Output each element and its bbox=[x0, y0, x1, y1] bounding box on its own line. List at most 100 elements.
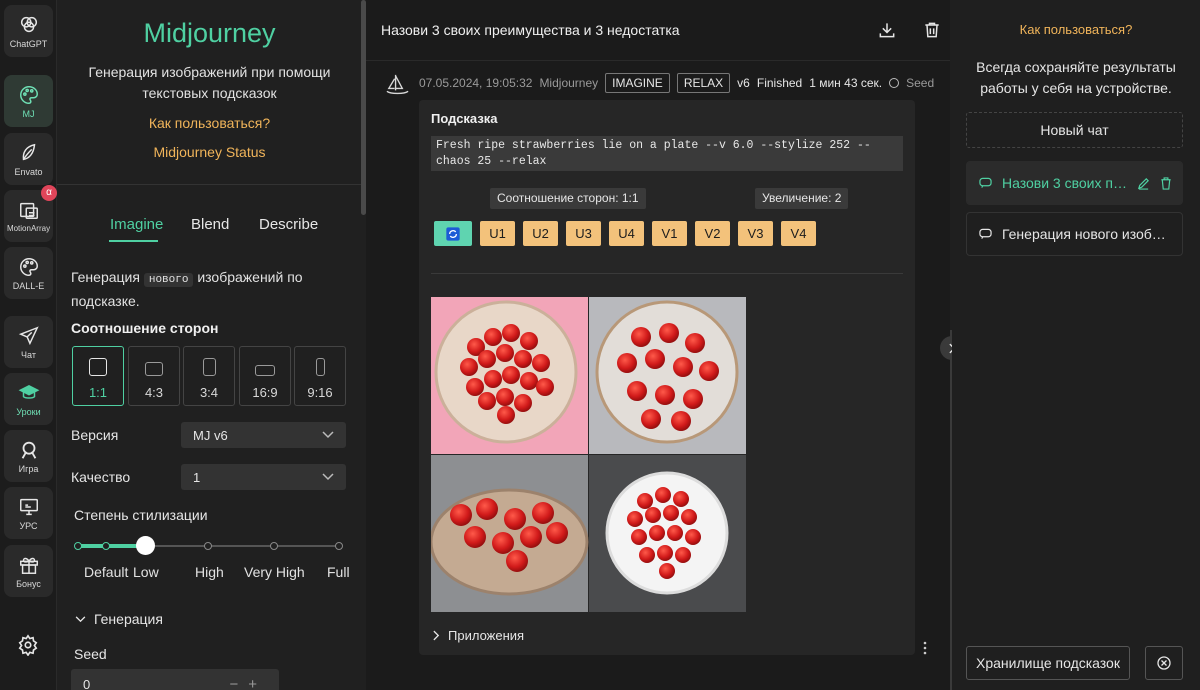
rail-item-dalle[interactable]: DALL-E bbox=[4, 247, 53, 299]
variation-button-v4[interactable]: V4 bbox=[781, 221, 816, 246]
alpha-badge: α bbox=[41, 185, 57, 201]
chat-history-item[interactable]: Генерация нового изображения bbox=[966, 212, 1183, 256]
upscale-button-u2[interactable]: U2 bbox=[523, 221, 558, 246]
action-buttons: U1 U2 U3 U4 V1 V2 V3 V4 bbox=[434, 221, 816, 246]
save-reminder: Всегда сохраняйте результаты работы у се… bbox=[976, 59, 1176, 96]
upscale-button-u1[interactable]: U1 bbox=[480, 221, 515, 246]
reroll-button[interactable] bbox=[434, 221, 472, 246]
rail-item-game[interactable]: Игра bbox=[4, 430, 53, 482]
rail-item-lessons[interactable]: Уроки bbox=[4, 373, 53, 425]
card-divider bbox=[431, 273, 903, 274]
new-chat-button[interactable]: Новый чат bbox=[966, 112, 1183, 148]
chat-title: Назови 3 своих преимущества и 3 недостат… bbox=[381, 22, 680, 38]
chatgpt-icon bbox=[20, 16, 37, 32]
variation-button-v3[interactable]: V3 bbox=[738, 221, 773, 246]
download-icon[interactable] bbox=[877, 20, 897, 40]
rail-item-mj[interactable]: MJ bbox=[4, 75, 53, 127]
seed-icon[interactable] bbox=[889, 78, 900, 88]
quality-select[interactable]: 1 bbox=[181, 464, 346, 490]
chat-history-item[interactable]: Назови 3 своих преимущества и 3 недостат… bbox=[966, 161, 1183, 205]
chat-item-title: Генерация нового изображения bbox=[1002, 226, 1172, 242]
rail-item-chat[interactable]: Чат bbox=[4, 316, 53, 368]
ratio-option-9-16[interactable]: 9:16 bbox=[294, 346, 346, 406]
message-version: v6 bbox=[737, 76, 750, 90]
slider-label-very-high[interactable]: Very High bbox=[244, 564, 305, 580]
rail-item-urs[interactable]: УРС bbox=[4, 487, 53, 539]
generation-section-toggle[interactable]: Генерация bbox=[75, 611, 163, 627]
slider-label-low[interactable]: Low bbox=[133, 564, 159, 580]
refresh-icon bbox=[446, 226, 460, 241]
slider-label-full[interactable]: Full bbox=[327, 564, 350, 580]
stepper-icons[interactable]: −+ bbox=[229, 676, 267, 690]
ratio-shape bbox=[255, 365, 275, 376]
send-icon bbox=[18, 325, 39, 345]
seed-input[interactable]: 0 −+ bbox=[71, 669, 279, 690]
rail-label: Чат bbox=[21, 349, 36, 360]
slider-stop[interactable] bbox=[270, 542, 278, 550]
tab-imagine[interactable]: Imagine bbox=[110, 216, 163, 233]
app-rail: ChatGPT MJ Envato MotionArray α DALL-E Ч… bbox=[0, 0, 57, 690]
rail-label: Игра bbox=[18, 463, 39, 474]
close-panel-button[interactable] bbox=[1145, 646, 1183, 680]
history-panel: Как пользоваться? Всегда сохраняйте резу… bbox=[952, 0, 1200, 690]
tab-describe[interactable]: Describe bbox=[259, 216, 318, 233]
palette-icon bbox=[19, 85, 38, 104]
rail-item-envato[interactable]: Envato bbox=[4, 133, 53, 185]
upscale-button-u4[interactable]: U4 bbox=[609, 221, 644, 246]
aspect-ratio-chip: Соотношение сторон: 1:1 bbox=[490, 188, 646, 209]
edit-icon[interactable] bbox=[1137, 177, 1150, 190]
prompt-text: Fresh ripe strawberries lie on a plate -… bbox=[431, 136, 903, 171]
mode-tag-imagine: IMAGINE bbox=[605, 73, 670, 93]
slider-label-high[interactable]: High bbox=[195, 564, 224, 580]
stylize-slider-fill bbox=[77, 544, 145, 548]
ratio-shape bbox=[315, 358, 325, 376]
gift-icon bbox=[19, 557, 38, 574]
stylize-slider-knob[interactable] bbox=[136, 536, 155, 555]
description-text: Генерация bbox=[71, 269, 140, 285]
message-meta: 07.05.2024, 19:05:32 Midjourney IMAGINE … bbox=[419, 73, 934, 93]
ratio-option-4-3[interactable]: 4:3 bbox=[128, 346, 180, 406]
ratio-option-16-9[interactable]: 16:9 bbox=[239, 346, 291, 406]
generated-image-grid[interactable] bbox=[431, 297, 746, 612]
seed-link[interactable]: Seed bbox=[906, 76, 934, 90]
gear-icon[interactable] bbox=[17, 634, 39, 656]
divider bbox=[57, 184, 362, 185]
leaf-icon bbox=[22, 143, 35, 160]
trash-icon[interactable] bbox=[922, 20, 942, 40]
upscale-button-u3[interactable]: U3 bbox=[566, 221, 601, 246]
version-select[interactable]: MJ v6 bbox=[181, 422, 346, 448]
stylize-label: Степень стилизации bbox=[74, 507, 208, 523]
how-to-link[interactable]: Как пользоваться? bbox=[952, 22, 1200, 37]
prompt-storage-button[interactable]: Хранилище подсказок bbox=[966, 646, 1130, 680]
rail-label: MJ bbox=[22, 108, 35, 119]
more-options-icon[interactable] bbox=[923, 641, 927, 655]
ratio-option-1-1[interactable]: 1:1 bbox=[72, 346, 124, 406]
description-chip: нового bbox=[143, 273, 194, 287]
ratio-option-3-4[interactable]: 3:4 bbox=[183, 346, 235, 406]
slider-stop[interactable] bbox=[102, 542, 110, 550]
how-to-link[interactable]: Как пользоваться? bbox=[57, 115, 362, 131]
midjourney-boat-icon bbox=[386, 74, 409, 95]
ratio-shape bbox=[202, 358, 216, 376]
version-label: Версия bbox=[71, 427, 119, 443]
midjourney-status-link[interactable]: Midjourney Status bbox=[57, 144, 362, 160]
rail-label: УРС bbox=[19, 520, 38, 531]
slider-stop[interactable] bbox=[204, 542, 212, 550]
attachments-toggle[interactable]: Приложения bbox=[433, 628, 524, 643]
message-timestamp: 07.05.2024, 19:05:32 bbox=[419, 76, 533, 90]
slider-label-default[interactable]: Default bbox=[84, 564, 128, 580]
ratio-label: 1:1 bbox=[88, 385, 108, 400]
rail-label: MotionArray bbox=[6, 224, 51, 233]
seed-value: 0 bbox=[83, 676, 91, 690]
trash-icon[interactable] bbox=[1160, 176, 1172, 190]
quality-label: Качество bbox=[71, 469, 131, 485]
rail-item-motionarray[interactable]: MotionArray α bbox=[4, 185, 57, 242]
rail-item-bonus[interactable]: Бонус bbox=[4, 545, 53, 597]
tab-blend[interactable]: Blend bbox=[191, 216, 229, 233]
variation-button-v1[interactable]: V1 bbox=[652, 221, 687, 246]
slider-stop[interactable] bbox=[74, 542, 82, 550]
variation-button-v2[interactable]: V2 bbox=[695, 221, 730, 246]
rail-item-chatgpt[interactable]: ChatGPT bbox=[4, 5, 53, 57]
version-value: MJ v6 bbox=[193, 427, 228, 443]
slider-stop[interactable] bbox=[335, 542, 343, 550]
